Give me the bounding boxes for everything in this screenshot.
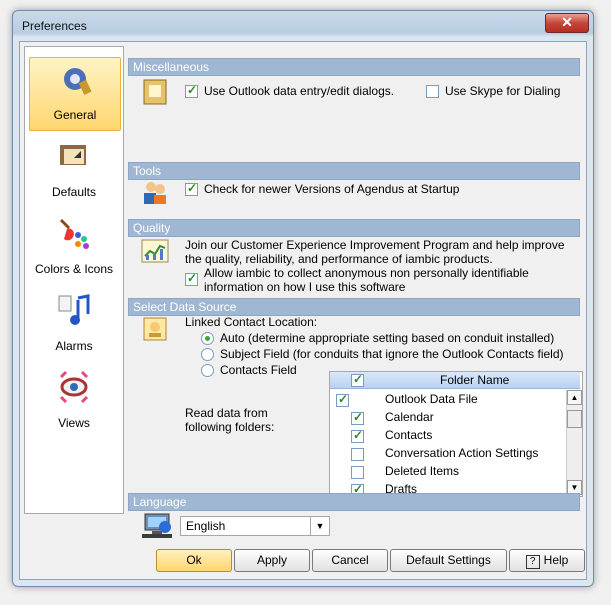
folder-name: Calendar <box>385 410 434 424</box>
client-area: General Defaults Colors & Icons Alarms V… <box>19 41 587 580</box>
folder-name-column-header: Folder Name <box>440 373 510 387</box>
auto-radio-label: Auto (determine appropriate setting base… <box>220 331 555 345</box>
sidebar-item-label: Views <box>58 416 90 430</box>
settings-panel: Miscellaneous Use Outlook data entry/edi… <box>128 46 583 566</box>
help-button-label: Help <box>543 553 569 567</box>
language-computer-icon <box>142 513 172 538</box>
contacts-field-radio-label: Contacts Field <box>220 363 297 377</box>
folder-icon <box>60 145 86 165</box>
title-bar[interactable]: Preferences ✕ <box>13 11 593 41</box>
quality-section-header: Quality <box>128 219 580 237</box>
sidebar-item-defaults[interactable]: Defaults <box>29 135 119 207</box>
folder-row[interactable]: Conversation Action Settings <box>330 444 565 462</box>
sidebar-item-views[interactable]: Views <box>29 366 119 438</box>
anonymous-data-label: Allow iambic to collect anonymous non pe… <box>204 266 529 294</box>
sidebar-item-general[interactable]: General <box>29 57 121 131</box>
folder-checkbox[interactable] <box>351 448 364 461</box>
folder-name: Contacts <box>385 428 433 442</box>
folder-row[interactable]: Deleted Items <box>330 462 565 480</box>
folder-checkbox[interactable] <box>336 392 349 407</box>
chart-icon <box>141 239 169 263</box>
folder-checkbox[interactable] <box>351 428 364 443</box>
linked-contact-label: Linked Contact Location: <box>185 315 318 329</box>
preferences-window: Preferences ✕ General Defaults Colors & … <box>12 10 594 587</box>
scroll-up-icon[interactable]: ▲ <box>567 390 582 405</box>
palette-icon <box>60 219 89 249</box>
skype-dialing-checkbox[interactable] <box>426 85 439 98</box>
sidebar-item-colors-icons[interactable]: Colors & Icons <box>29 212 119 284</box>
anonymous-data-checkbox[interactable] <box>185 271 198 286</box>
folder-row[interactable]: Calendar <box>330 408 565 426</box>
window-title: Preferences <box>22 19 87 33</box>
users-icon <box>144 182 166 204</box>
sidebar-item-alarms[interactable]: Alarms <box>29 289 119 361</box>
folder-name: Deleted Items <box>385 464 460 478</box>
help-icon: ? <box>525 555 540 569</box>
outlook-dialogs-checkbox[interactable] <box>185 83 198 98</box>
ok-button[interactable]: Ok <box>156 549 232 572</box>
music-note-icon <box>58 294 90 325</box>
check-updates-checkbox[interactable] <box>185 181 198 196</box>
folder-list-header: Folder Name <box>330 372 580 389</box>
folder-row[interactable]: Drafts <box>330 480 565 494</box>
close-button[interactable]: ✕ <box>545 13 589 33</box>
skype-dialing-label: Use Skype for Dialing <box>445 84 561 98</box>
subject-field-radio[interactable] <box>201 348 214 361</box>
sidebar-item-label: General <box>53 108 97 122</box>
check-updates-label: Check for newer Versions of Agendus at S… <box>204 182 460 196</box>
read-folders-label: Read data from following folders: <box>185 406 275 434</box>
source-section-header: Select Data Source <box>128 298 580 316</box>
folder-name: Outlook Data File <box>385 392 478 406</box>
auto-radio[interactable] <box>201 332 214 345</box>
language-section-header: Language <box>128 493 580 511</box>
language-value: English <box>186 519 226 533</box>
subject-field-radio-label: Subject Field (for conduits that ignore … <box>220 347 564 361</box>
outlook-folder-icon <box>143 79 167 105</box>
folder-row[interactable]: Contacts <box>330 426 565 444</box>
select-all-checkbox[interactable] <box>351 372 364 387</box>
sidebar-item-label: Colors & Icons <box>34 262 114 276</box>
outlook-dialogs-label: Use Outlook data entry/edit dialogs. <box>204 84 395 98</box>
apply-button[interactable]: Apply <box>234 549 310 572</box>
sidebar-item-label: Alarms <box>55 339 93 353</box>
contacts-card-icon <box>143 317 167 341</box>
help-button[interactable]: ? Help <box>509 549 585 572</box>
folder-row[interactable]: Outlook Data File <box>330 390 565 408</box>
folder-checkbox[interactable] <box>351 410 364 425</box>
sidebar: General Defaults Colors & Icons Alarms V… <box>24 46 124 514</box>
misc-section-header: Miscellaneous <box>128 58 580 76</box>
sidebar-item-label: Defaults <box>51 185 97 199</box>
folder-name: Conversation Action Settings <box>385 446 539 460</box>
folder-checkbox[interactable] <box>351 466 364 479</box>
cancel-button[interactable]: Cancel <box>312 549 388 572</box>
quality-description: Join our Customer Experience Improvement… <box>185 238 565 266</box>
language-select[interactable]: English ▼ <box>180 516 330 536</box>
chevron-down-icon[interactable]: ▼ <box>310 517 329 535</box>
default-settings-button[interactable]: Default Settings <box>390 549 507 572</box>
folder-list: Folder Name Outlook Data File Calendar C… <box>329 371 583 497</box>
gear-icon <box>64 68 92 96</box>
contacts-field-radio[interactable] <box>201 364 214 377</box>
scroll-thumb[interactable] <box>567 410 582 428</box>
eye-icon <box>59 370 89 404</box>
tools-section-header: Tools <box>128 162 580 180</box>
folder-list-scrollbar[interactable]: ▲ ▼ <box>566 390 582 495</box>
